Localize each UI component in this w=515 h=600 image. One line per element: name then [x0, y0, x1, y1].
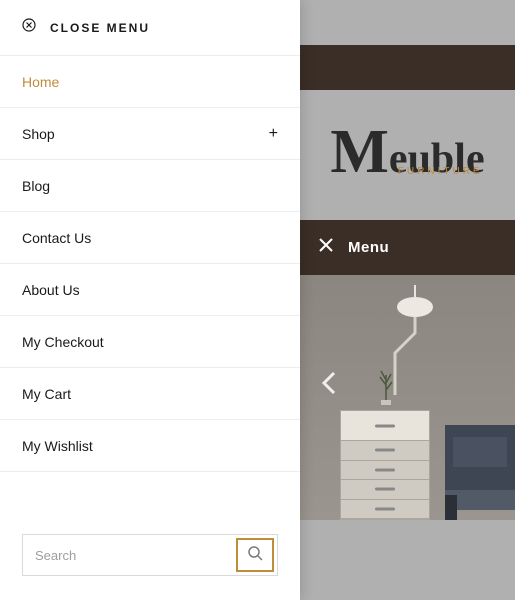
menu-item-my-cart[interactable]: My Cart	[0, 368, 300, 420]
menu-item-about-us[interactable]: About Us	[0, 264, 300, 316]
menu-item-blog[interactable]: Blog	[0, 160, 300, 212]
site-logo: Meuble FURNITURE	[300, 90, 515, 220]
menu-list: Home Shop + Blog Contact Us About Us My Checko…	[0, 56, 300, 520]
search-icon	[248, 546, 263, 564]
menu-item-label: My Checkout	[22, 334, 104, 350]
search-button[interactable]	[236, 538, 274, 572]
backdrop-spacer-bottom	[300, 520, 515, 600]
menu-item-label: My Wishlist	[22, 438, 93, 454]
mobile-menu-sidebar: CLOSE MENU Home Shop + Blog Contact Us About …	[0, 0, 300, 600]
menu-item-label: Contact Us	[22, 230, 91, 246]
hero-sofa	[445, 395, 515, 520]
backdrop-spacer-top	[300, 0, 515, 45]
logo-letter-m: M	[330, 128, 389, 178]
hero-dresser	[340, 410, 430, 520]
menu-item-my-checkout[interactable]: My Checkout	[0, 316, 300, 368]
menu-item-label: About Us	[22, 282, 80, 298]
page-backdrop: Meuble FURNITURE Menu	[300, 0, 515, 600]
logo-subtitle: FURNITURE	[398, 166, 483, 177]
main-menu-bar[interactable]: Menu	[300, 220, 515, 275]
expand-icon[interactable]: +	[269, 125, 278, 143]
close-menu-button[interactable]: CLOSE MENU	[0, 0, 300, 56]
hero-image	[300, 275, 515, 520]
menu-bar-label: Menu	[348, 239, 389, 256]
menu-item-label: My Cart	[22, 386, 71, 402]
menu-item-shop[interactable]: Shop +	[0, 108, 300, 160]
close-menu-label: CLOSE MENU	[50, 21, 150, 35]
menu-item-label: Home	[22, 74, 59, 90]
menu-item-home[interactable]: Home	[0, 56, 300, 108]
logo-text: Meuble FURNITURE	[330, 128, 484, 183]
menu-item-label: Blog	[22, 178, 50, 194]
hero-plant	[375, 365, 397, 410]
menu-item-my-wishlist[interactable]: My Wishlist	[0, 420, 300, 472]
close-circle-icon	[22, 18, 36, 37]
carousel-prev-arrow[interactable]	[320, 370, 338, 401]
menu-item-contact-us[interactable]: Contact Us	[0, 212, 300, 264]
backdrop-topbar	[300, 45, 515, 90]
close-icon	[318, 237, 334, 258]
menu-item-label: Shop	[22, 126, 55, 142]
search-wrap	[0, 520, 300, 600]
search-box	[22, 534, 278, 576]
search-input[interactable]	[23, 535, 233, 575]
